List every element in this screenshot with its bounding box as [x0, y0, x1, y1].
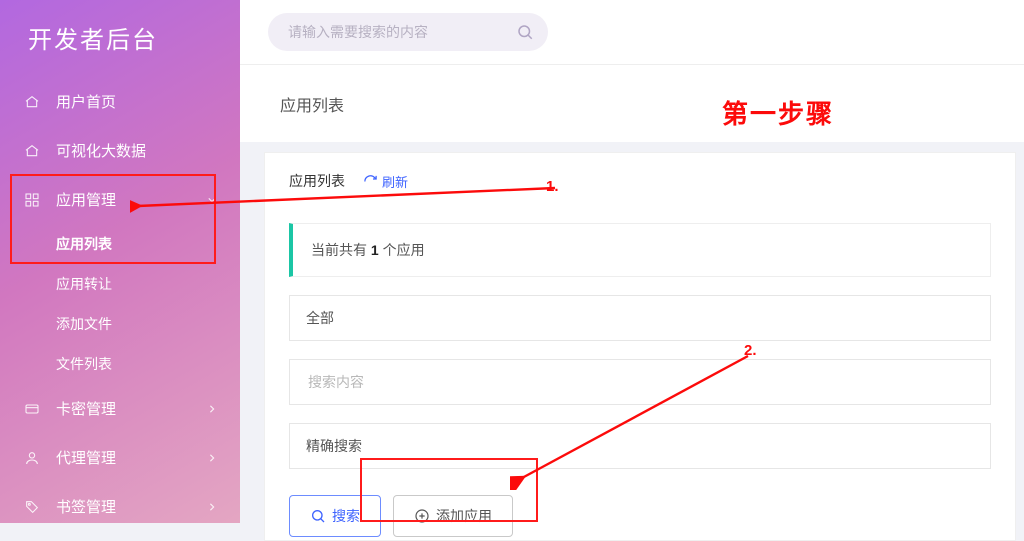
search-button-label: 搜索 — [332, 506, 360, 526]
sidebar-item-bookmark-manage[interactable]: 书签管理 — [0, 482, 240, 531]
add-app-button-label: 添加应用 — [436, 506, 492, 526]
add-app-button[interactable]: 添加应用 — [393, 495, 513, 537]
refresh-label: 刷新 — [382, 172, 408, 191]
sidebar-item-agent-manage[interactable]: 代理管理 — [0, 433, 240, 482]
match-mode-value: 精确搜索 — [306, 436, 362, 456]
button-row: 搜索 添加应用 — [289, 495, 991, 537]
sidebar-item-app-manage[interactable]: 应用管理 — [0, 175, 240, 224]
app-count-alert: 当前共有 1 个应用 — [289, 223, 991, 277]
match-mode-select[interactable]: 精确搜索 — [289, 423, 991, 469]
sidebar-item-label: 卡密管理 — [56, 398, 116, 419]
search-icon — [516, 23, 534, 41]
global-search[interactable] — [268, 13, 548, 51]
brand-title: 开发者后台 — [0, 0, 240, 77]
sidebar-item-card-manage[interactable]: 卡密管理 — [0, 384, 240, 433]
sidebar-item-file-list[interactable]: 文件列表 — [0, 344, 240, 384]
sidebar-item-label: 添加文件 — [56, 316, 112, 332]
grid-icon — [24, 192, 40, 208]
sidebar-item-label: 应用列表 — [56, 236, 112, 252]
sidebar-item-label: 可视化大数据 — [56, 140, 146, 161]
global-search-input[interactable] — [286, 23, 516, 41]
home-icon — [24, 143, 40, 159]
main-card: 应用列表 刷新 当前共有 1 个应用 全部 精确搜索 搜索 添加应用 — [264, 152, 1016, 541]
sidebar-item-label: 书签管理 — [56, 496, 116, 517]
home-icon — [24, 94, 40, 110]
search-icon — [310, 508, 326, 524]
sidebar-item-app-transfer[interactable]: 应用转让 — [0, 264, 240, 304]
chevron-right-icon — [208, 454, 216, 462]
sidebar-item-add-file[interactable]: 添加文件 — [0, 304, 240, 344]
sidebar-item-visualization[interactable]: 可视化大数据 — [0, 126, 240, 175]
top-bar — [240, 0, 1024, 64]
tag-icon — [24, 499, 40, 515]
chevron-down-icon — [208, 196, 216, 204]
refresh-icon — [363, 174, 378, 189]
alert-count: 1 — [371, 242, 379, 258]
sidebar-item-label: 应用管理 — [56, 189, 116, 210]
page-title: 应用列表 — [280, 92, 344, 116]
refresh-button[interactable]: 刷新 — [363, 172, 408, 191]
card-title: 应用列表 — [289, 171, 345, 191]
plus-circle-icon — [414, 508, 430, 524]
sidebar-item-user-home[interactable]: 用户首页 — [0, 77, 240, 126]
card-icon — [24, 401, 40, 417]
alert-text-suffix: 个应用 — [379, 242, 425, 258]
filter-select[interactable]: 全部 — [289, 295, 991, 341]
sidebar-item-label: 用户首页 — [56, 91, 116, 112]
sidebar: 开发者后台 用户首页 可视化大数据 应用管理 应用列表 应用转让 添加文件 文件… — [0, 0, 240, 523]
sidebar-item-app-list[interactable]: 应用列表 — [0, 224, 240, 264]
user-icon — [24, 450, 40, 466]
filter-value: 全部 — [306, 308, 334, 328]
chevron-right-icon — [208, 405, 216, 413]
chevron-right-icon — [208, 503, 216, 511]
sidebar-item-label: 代理管理 — [56, 447, 116, 468]
search-button[interactable]: 搜索 — [289, 495, 381, 537]
search-field[interactable] — [289, 359, 991, 405]
page-header: 应用列表 — [240, 64, 1024, 142]
sidebar-item-label: 应用转让 — [56, 276, 112, 292]
alert-text-prefix: 当前共有 — [311, 242, 371, 258]
card-header: 应用列表 刷新 — [289, 171, 991, 191]
search-input[interactable] — [306, 373, 974, 391]
sidebar-item-label: 文件列表 — [56, 356, 112, 372]
